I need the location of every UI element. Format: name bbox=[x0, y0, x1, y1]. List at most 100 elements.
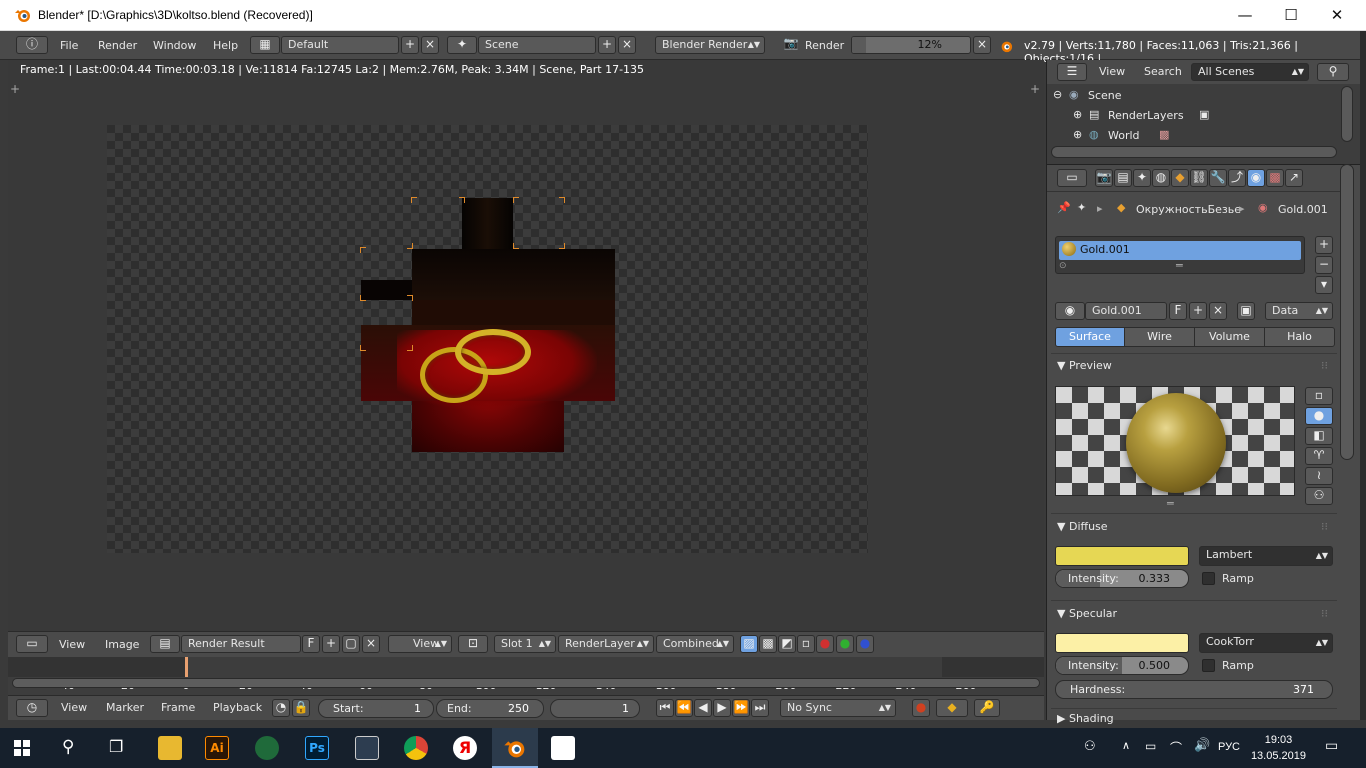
properties-scrollbar[interactable] bbox=[1340, 164, 1354, 460]
render-engine-selector[interactable]: Blender Render ▲▼ bbox=[655, 36, 765, 54]
windows-start-icon[interactable] bbox=[14, 740, 30, 756]
play-reverse-icon[interactable]: ◀ bbox=[694, 699, 712, 717]
expand-icon[interactable]: ⊕ bbox=[1073, 128, 1082, 141]
outliner-item-renderlayers[interactable]: ⊕ ▤ RenderLayers ▣ bbox=[1047, 107, 1347, 127]
blender-taskbar-button[interactable] bbox=[492, 728, 538, 768]
diffuse-intensity-slider[interactable]: Intensity: 0.333 bbox=[1055, 569, 1189, 588]
specular-shader-selector[interactable]: CookTorr ▲▼ bbox=[1199, 633, 1333, 653]
scene-selector[interactable]: Scene bbox=[478, 36, 596, 54]
unlink-image-icon[interactable]: × bbox=[362, 635, 380, 653]
preview-hair-icon[interactable]: ≀ bbox=[1305, 467, 1333, 485]
unlink-material-icon[interactable]: × bbox=[1209, 302, 1227, 320]
search-icon[interactable]: ⚲ bbox=[1317, 63, 1349, 81]
menu-help[interactable]: Help bbox=[213, 39, 238, 52]
preview-resize-icon[interactable]: ═ bbox=[1167, 497, 1174, 510]
volume-icon[interactable]: 🔊 bbox=[1194, 738, 1210, 753]
jump-start-icon[interactable]: ⏮ bbox=[656, 699, 674, 717]
list-grip-icon[interactable]: ═ bbox=[1176, 259, 1183, 272]
layout-grid-icon[interactable]: ▦ bbox=[250, 36, 280, 54]
editor-type-properties-icon[interactable]: ▭ bbox=[1057, 169, 1087, 187]
battery-icon[interactable]: ▭ bbox=[1145, 739, 1156, 753]
fake-user-button[interactable]: F bbox=[1169, 302, 1187, 320]
tab-volume[interactable]: Volume bbox=[1194, 327, 1265, 347]
data-tab-icon[interactable]: ⤴ bbox=[1228, 169, 1246, 187]
sync-mode-selector[interactable]: No Sync ▲▼ bbox=[780, 699, 896, 717]
material-browse-icon[interactable]: ◉ bbox=[1055, 302, 1085, 320]
keying-set-icon[interactable]: ◆ bbox=[936, 699, 968, 717]
diffuse-ramp-checkbox[interactable] bbox=[1202, 572, 1215, 585]
world-tab-icon[interactable]: ◍ bbox=[1152, 169, 1170, 187]
menu-view[interactable]: View bbox=[59, 638, 85, 651]
add-layout-icon[interactable]: + bbox=[401, 36, 419, 54]
menu-marker[interactable]: Marker bbox=[106, 701, 144, 714]
slot-resize-icon[interactable]: ⊙ bbox=[1059, 261, 1067, 271]
remove-slot-icon[interactable]: − bbox=[1315, 256, 1333, 274]
preview-panel-header[interactable]: ▼ Preview bbox=[1057, 359, 1112, 372]
remove-scene-icon[interactable]: × bbox=[618, 36, 636, 54]
physics-tab-icon[interactable]: ↗ bbox=[1285, 169, 1303, 187]
material-slot-list[interactable]: Gold.001 ⊙ ═ bbox=[1055, 236, 1305, 274]
specular-intensity-slider[interactable]: Intensity: 0.500 bbox=[1055, 656, 1189, 675]
remove-layout-icon[interactable]: × bbox=[421, 36, 439, 54]
menu-playback[interactable]: Playback bbox=[213, 701, 262, 714]
task-view-icon[interactable]: ❐ bbox=[109, 737, 123, 756]
render-pass-selector[interactable]: Combined ▲▼ bbox=[656, 635, 734, 653]
close-button[interactable]: ✕ bbox=[1314, 0, 1360, 31]
play-icon[interactable]: ▶ bbox=[713, 699, 731, 717]
preview-monkey-icon[interactable]: ♈ bbox=[1305, 447, 1333, 465]
image-browse-icon[interactable]: ▤ bbox=[150, 635, 180, 653]
hardness-field[interactable]: Hardness: 371 bbox=[1055, 680, 1333, 699]
editor-type-info-icon[interactable]: ⓘ bbox=[16, 36, 48, 54]
people-icon[interactable]: ⚇ bbox=[1084, 739, 1096, 754]
notifications-icon[interactable]: ▭ bbox=[1325, 738, 1338, 754]
preview-cube-icon[interactable]: ◧ bbox=[1305, 427, 1333, 445]
illustrator-icon[interactable]: Ai bbox=[205, 736, 229, 760]
outliner-hscrollbar[interactable] bbox=[1051, 146, 1337, 158]
outliner-item-scene[interactable]: ⊖ ◉ Scene bbox=[1047, 87, 1347, 107]
language-indicator[interactable]: РУС bbox=[1218, 741, 1240, 753]
preview-world-icon[interactable]: ⚇ bbox=[1305, 487, 1333, 505]
shading-panel-header[interactable]: ▶ Shading bbox=[1057, 712, 1114, 725]
camera-render-icon[interactable]: 📷 bbox=[782, 36, 800, 54]
auto-keyframe-icon[interactable]: 🔑 bbox=[974, 699, 1000, 717]
node-material-icon[interactable]: ▣ bbox=[1237, 302, 1255, 320]
media-icon[interactable] bbox=[355, 736, 379, 760]
file-explorer-icon[interactable] bbox=[158, 736, 182, 760]
outliner-search-menu[interactable]: Search bbox=[1144, 65, 1182, 78]
image-name-field[interactable]: Render Result bbox=[181, 635, 301, 653]
material-link-selector[interactable]: Data ▲▼ bbox=[1265, 302, 1333, 320]
menu-frame[interactable]: Frame bbox=[161, 701, 195, 714]
material-tab-icon[interactable]: ◉ bbox=[1247, 169, 1265, 187]
menu-view[interactable]: View bbox=[61, 701, 87, 714]
editor-type-image-icon[interactable]: ▭ bbox=[16, 635, 48, 653]
material-name-field[interactable]: Gold.001 bbox=[1085, 302, 1167, 320]
menu-file[interactable]: File bbox=[60, 39, 78, 52]
editor-type-outliner-icon[interactable]: ☰ bbox=[1057, 63, 1087, 81]
editor-type-timeline-icon[interactable]: ◷ bbox=[16, 699, 48, 717]
tab-halo[interactable]: Halo bbox=[1264, 327, 1335, 347]
cancel-render-icon[interactable]: × bbox=[973, 36, 991, 54]
preview-range-icon[interactable]: ◔ bbox=[272, 699, 290, 717]
specular-panel-header[interactable]: ▼ Specular bbox=[1057, 607, 1117, 620]
start-frame-field[interactable]: Start: 1 bbox=[318, 699, 434, 718]
slot-specials-icon[interactable]: ▾ bbox=[1315, 276, 1333, 294]
network-icon[interactable]: ⌒ bbox=[1170, 739, 1182, 756]
image-editor-viewport[interactable]: Frame:1 | Last:00:04.44 Time:00:03.18 | … bbox=[8, 60, 1044, 631]
render-layer-toggle-icon[interactable]: ▣ bbox=[1199, 108, 1209, 121]
constraints-tab-icon[interactable]: ⛓ bbox=[1190, 169, 1208, 187]
green-channel-icon[interactable]: ● bbox=[836, 635, 854, 653]
new-image-icon[interactable]: + bbox=[322, 635, 340, 653]
diffuse-panel-header[interactable]: ▼ Diffuse bbox=[1057, 520, 1108, 533]
zbrush-icon[interactable] bbox=[551, 736, 575, 760]
jump-keyframe-forward-icon[interactable]: ⏩ bbox=[732, 699, 750, 717]
menu-render[interactable]: Render bbox=[98, 39, 137, 52]
material-slot-item[interactable]: Gold.001 bbox=[1059, 241, 1301, 260]
red-channel-icon[interactable]: ● bbox=[816, 635, 834, 653]
collapse-icon[interactable]: ⊖ bbox=[1053, 88, 1062, 101]
photoshop-icon[interactable]: Ps bbox=[305, 736, 329, 760]
display-rgba-icon[interactable]: ▨ bbox=[740, 635, 758, 653]
diffuse-color-swatch[interactable] bbox=[1055, 546, 1189, 566]
pin-icon[interactable]: 📌 bbox=[1057, 201, 1071, 214]
tab-wire[interactable]: Wire bbox=[1124, 327, 1195, 347]
preview-flat-icon[interactable]: ▫ bbox=[1305, 387, 1333, 405]
